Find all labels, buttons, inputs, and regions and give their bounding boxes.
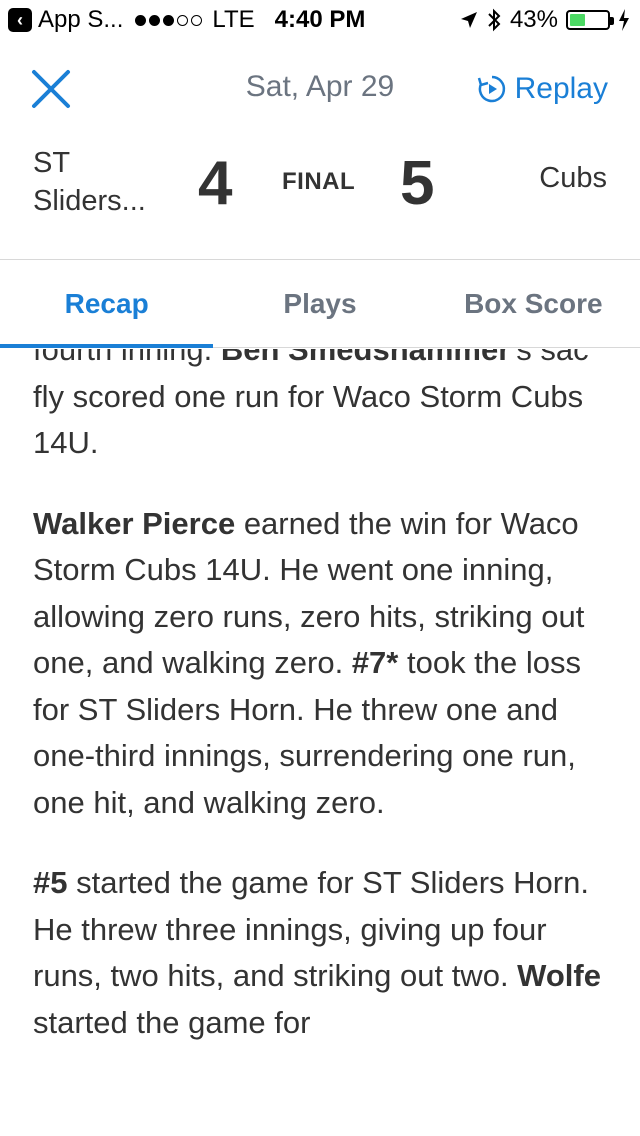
player-name: Ben Smedshammer [220, 349, 511, 367]
location-arrow-icon [460, 12, 477, 28]
away-score: 5 [400, 149, 435, 218]
replay-button[interactable]: Replay [477, 72, 608, 106]
replay-label: Replay [514, 72, 608, 105]
home-team-line2: Sliders... [33, 185, 146, 217]
recap-paragraph-1: fourth inning. Ben Smedshammer's sac fly… [33, 349, 613, 467]
bluetooth-icon [488, 8, 501, 32]
home-score: 4 [198, 149, 233, 218]
home-team-name: ST Sliders... [33, 144, 183, 220]
scoreboard: ST Sliders... 4 FINAL 5 Cubs [0, 140, 640, 230]
recap-article[interactable]: fourth inning. Ben Smedshammer's sac fly… [0, 349, 640, 1136]
recap-paragraph-2: Walker Pierce earned the win for Waco St… [33, 501, 613, 827]
tab-plays[interactable]: Plays [213, 260, 426, 347]
battery-icon [566, 10, 614, 30]
replay-icon [477, 75, 505, 103]
game-header: Sat, Apr 29 Replay [0, 60, 640, 120]
tab-box-score[interactable]: Box Score [427, 260, 640, 347]
away-team-name: Cubs [539, 162, 607, 194]
home-team-line1: ST [33, 147, 71, 179]
player-name: Walker Pierce [33, 505, 236, 541]
status-right: 43% [460, 6, 630, 34]
recap-paragraph-3: #5 started the game for ST Sliders Horn.… [33, 860, 613, 1046]
charging-bolt-icon [619, 9, 629, 31]
player-name: #5 [33, 865, 68, 900]
game-status: FINAL [282, 168, 356, 195]
battery-percent: 43% [509, 6, 558, 33]
recap-text: fourth inning. Ben Smedshammer's sac fly… [33, 349, 613, 1080]
p3-text2: started the game for [33, 1004, 311, 1040]
player-name: Wolfe [517, 958, 601, 993]
tab-recap[interactable]: Recap [0, 260, 214, 348]
player-name: #7* [351, 645, 399, 680]
tab-bar: Recap Plays Box Score [0, 260, 640, 348]
p1-prefix: fourth inning. [33, 349, 221, 367]
status-bar: ‹ App S... LTE 4:40 PM 43% [0, 0, 640, 40]
p3-text1: started the game for ST Sliders Horn. He… [33, 865, 589, 993]
